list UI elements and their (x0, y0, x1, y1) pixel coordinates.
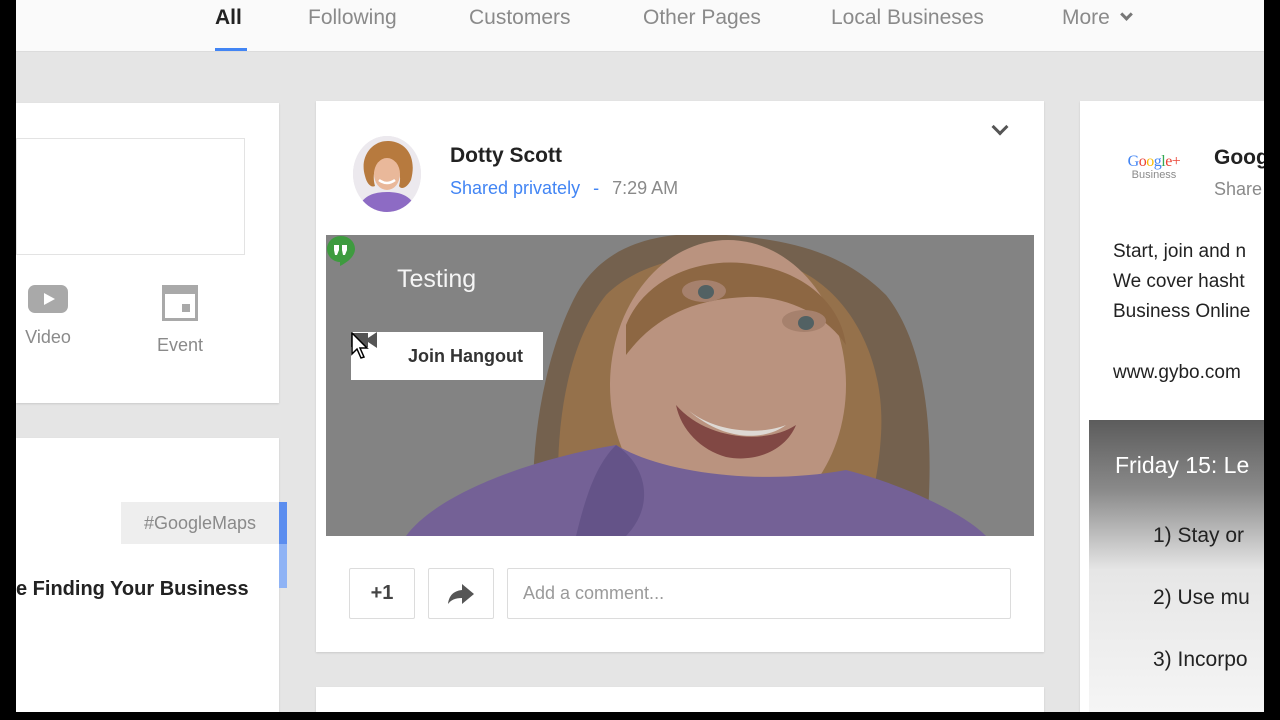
scroll-accent-bar (279, 502, 287, 588)
hangout-preview[interactable]: Testing Join Hangout (326, 235, 1034, 536)
tab-more[interactable]: More (1062, 6, 1133, 30)
share-text-area[interactable] (16, 138, 245, 255)
banner-list-item: 2) Use mu (1153, 586, 1250, 609)
right-post-author[interactable]: Goog (1214, 146, 1264, 170)
share-event-action[interactable]: Event (152, 285, 208, 356)
join-hangout-button[interactable]: Join Hangout (351, 332, 543, 380)
visibility-link[interactable]: Shared privately (450, 178, 580, 198)
share-button[interactable] (428, 568, 494, 619)
left-post-title[interactable]: e Finding Your Business (16, 578, 249, 601)
next-post-card (316, 687, 1044, 712)
chevron-down-icon (1119, 8, 1133, 21)
post-menu-chevron-icon[interactable] (991, 118, 1009, 136)
comment-input[interactable] (507, 568, 1011, 619)
tab-more-label: More (1062, 6, 1110, 29)
video-icon (28, 285, 68, 313)
banner-list-item: 3) Incorpo (1153, 648, 1248, 671)
post-author-name[interactable]: Dotty Scott (450, 144, 562, 168)
right-post-image[interactable]: Friday 15: Le 1) Stay or 2) Use mu 3) In… (1089, 420, 1264, 712)
active-tab-indicator (215, 48, 247, 51)
share-video-action[interactable]: Video (24, 285, 72, 348)
banner-list-item: 1) Stay or (1153, 524, 1245, 547)
tab-other-pages[interactable]: Other Pages (643, 6, 761, 30)
right-post-url[interactable]: www.gybo.com (1113, 362, 1241, 384)
hangouts-icon (327, 236, 355, 266)
top-nav: All Following Customers Other Pages Loca… (16, 0, 1264, 52)
right-post-meta[interactable]: Share (1214, 179, 1262, 200)
share-box-card: Video Event (16, 103, 279, 403)
post-timestamp[interactable]: 7:29 AM (612, 178, 678, 198)
meta-separator: - (593, 178, 600, 198)
left-post-card: #GoogleMaps e Finding Your Business (16, 438, 279, 712)
tab-following[interactable]: Following (308, 6, 397, 30)
google-plus-business-logo[interactable]: Google+ Business (1124, 153, 1184, 181)
right-post-text-line: Start, join and n (1113, 241, 1247, 262)
mouse-cursor-icon (351, 332, 369, 359)
tab-customers[interactable]: Customers (469, 6, 571, 30)
share-video-label: Video (25, 327, 71, 347)
share-arrow-icon (448, 584, 474, 604)
share-event-label: Event (156, 335, 204, 355)
right-post-text-line: We cover hasht (1113, 271, 1245, 292)
hashtag-chip[interactable]: #GoogleMaps (121, 502, 279, 544)
logo-subtitle: Business (1131, 169, 1177, 181)
banner-title: Friday 15: Le (1115, 452, 1250, 478)
browser-viewport: All Following Customers Other Pages Loca… (16, 0, 1264, 712)
avatar[interactable] (353, 136, 421, 212)
tab-local-businesses[interactable]: Local Busineses (831, 6, 984, 30)
right-post-card: Google+ Business Goog Share Start, join … (1080, 101, 1264, 712)
post-meta: Shared privately - 7:29 AM (450, 178, 678, 199)
calendar-icon (162, 285, 198, 321)
tab-all[interactable]: All (215, 6, 242, 30)
hangout-title: Testing (397, 265, 477, 293)
plus-one-button[interactable]: +1 (349, 568, 415, 619)
post-card: Dotty Scott Shared privately - 7:29 AM T… (316, 101, 1044, 652)
right-post-text-line: Business Online (1113, 301, 1251, 322)
join-hangout-label: Join Hangout (408, 345, 523, 366)
